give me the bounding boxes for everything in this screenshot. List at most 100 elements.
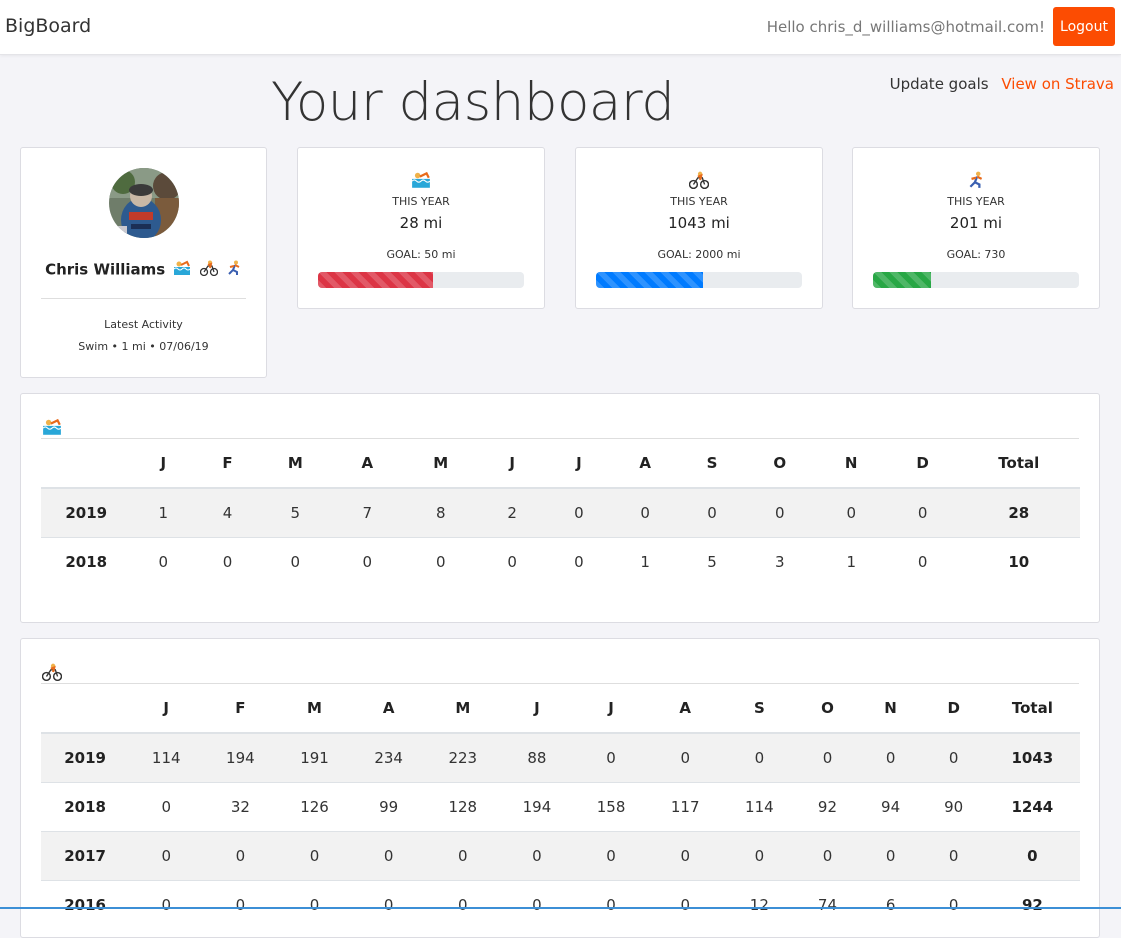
month-value: 0	[499, 880, 574, 929]
row-year: 2018	[41, 537, 132, 586]
table-header-cell: J	[129, 684, 204, 734]
month-value: 4	[222, 504, 233, 522]
profile-divider	[41, 298, 246, 299]
month-value: 0	[722, 831, 797, 881]
bike-icon	[199, 260, 218, 280]
month-value: 74	[796, 880, 859, 929]
table-header-cell: A	[648, 684, 723, 734]
table-row: 2018 0 32 126 99 128 194 158 117 114 92 94 90 1244	[41, 782, 1080, 832]
latest-activity-label: Latest Activity	[104, 318, 183, 331]
month-value: 0	[846, 504, 856, 522]
row-total: 1244	[984, 782, 1080, 832]
run-stat-card: THIS YEAR 201 mi GOAL: 730	[852, 147, 1100, 309]
month-value: 0	[922, 831, 985, 881]
table-header-cell: Total	[957, 439, 1080, 489]
month-value: 0	[277, 831, 352, 881]
row-year: 2016	[41, 880, 130, 929]
top-links: Update goals View on Strava	[890, 75, 1114, 93]
stat-value: 28 mi	[399, 214, 443, 232]
month-value: 126	[277, 782, 352, 832]
update-goals-link[interactable]: Update goals	[890, 75, 989, 93]
progress-fill	[873, 272, 931, 288]
month-value: 1	[158, 504, 169, 522]
profile-name: Chris Williams	[45, 260, 166, 279]
month-value: 223	[448, 749, 478, 767]
month-value: 0	[885, 749, 896, 767]
table-header-cell: J	[574, 684, 649, 734]
table-header-cell: D	[922, 684, 985, 734]
progress-bar	[318, 272, 524, 288]
table-header-cell: O	[744, 439, 815, 489]
month-value: 117	[648, 782, 723, 832]
table-header-cell: F	[203, 684, 278, 734]
month-value: 0	[129, 880, 204, 929]
swim-stat-card: THIS YEAR 28 mi GOAL: 50 mi	[297, 147, 545, 309]
swim-icon	[173, 260, 191, 280]
table-header-cell: M	[277, 684, 352, 734]
month-value: 0	[129, 782, 204, 832]
month-value: 194	[499, 782, 574, 832]
row-total: 10	[957, 537, 1080, 586]
month-value: 1	[814, 537, 888, 586]
bike-monthly-table-card: J F M A M J J A S O N D Total 2019 114 194 191 234 223 88 0…	[20, 638, 1100, 938]
month-value: 0	[680, 749, 690, 767]
stat-label: THIS YEAR	[670, 195, 728, 208]
stat-goal: GOAL: 2000 mi	[657, 248, 741, 261]
bike-icon	[41, 663, 63, 685]
month-value: 0	[822, 749, 833, 767]
month-value: 32	[203, 782, 278, 832]
stat-value: 1043 mi	[668, 214, 730, 232]
progress-fill	[596, 272, 704, 288]
month-value: 88	[527, 749, 547, 767]
run-icon	[226, 260, 242, 280]
month-value: 114	[151, 749, 181, 767]
view-on-strava-link[interactable]: View on Strava	[1001, 75, 1114, 93]
row-total: 92	[984, 880, 1080, 929]
table-header-cell: M	[403, 439, 478, 489]
month-value: 0	[922, 880, 985, 929]
month-value: 0	[259, 537, 331, 586]
month-value: 0	[948, 749, 959, 767]
month-value: 12	[722, 880, 797, 929]
month-value: 0	[574, 504, 584, 522]
table-header-cell: J	[131, 439, 196, 489]
table-row: 2019 114 194 191 234 223 88 0 0 0 0 0 0 1043	[41, 733, 1080, 783]
table-header-row: J F M A M J J A S O N D Total	[41, 684, 1080, 734]
month-value: 0	[351, 880, 426, 929]
table-header-cell: D	[887, 439, 958, 489]
month-value: 0	[648, 831, 723, 881]
month-value: 0	[499, 831, 574, 881]
month-value: 1	[611, 537, 680, 586]
table-header-cell: A	[611, 439, 680, 489]
month-value: 0	[351, 831, 426, 881]
month-value: 191	[300, 749, 329, 767]
row-year: 2018	[41, 782, 130, 832]
month-value: 0	[707, 504, 717, 522]
brand-logo[interactable]: BigBoard	[5, 15, 91, 37]
logout-button[interactable]: Logout	[1053, 7, 1115, 46]
navbar: BigBoard Hello chris_d_williams@hotmail.…	[0, 0, 1121, 55]
table-row: 2016 0 0 0 0 0 0 0 0 12 74 6 0 92	[41, 880, 1080, 929]
month-value: 0	[648, 880, 723, 929]
stat-goal: GOAL: 50 mi	[386, 248, 456, 261]
table-header-cell: S	[722, 684, 797, 734]
month-value: 158	[574, 782, 649, 832]
month-value: 0	[195, 537, 260, 586]
progress-fill	[318, 272, 434, 288]
profile-name-row: Chris Williams	[21, 260, 266, 280]
table-header-cell: O	[796, 684, 859, 734]
month-value: 0	[775, 504, 785, 522]
table-header-cell: J	[477, 439, 547, 489]
month-value: 128	[425, 782, 500, 832]
table-row: 2018 0 0 0 0 0 0 0 1 5 3 1 0 10	[41, 537, 1080, 586]
month-value: 5	[679, 537, 745, 586]
month-value: 8	[435, 504, 446, 522]
month-value: 0	[887, 537, 958, 586]
run-icon	[853, 170, 1099, 190]
month-value: 0	[330, 537, 404, 586]
month-value: 0	[129, 831, 204, 881]
swim-icon	[42, 418, 62, 440]
month-value: 0	[131, 537, 196, 586]
month-value: 0	[606, 749, 616, 767]
month-value: 0	[917, 504, 928, 522]
